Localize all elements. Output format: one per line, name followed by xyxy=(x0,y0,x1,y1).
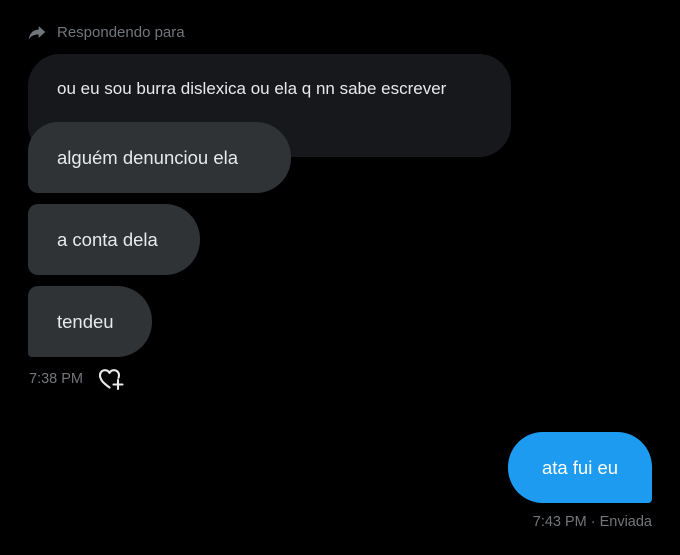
received-timestamp: 7:38 PM xyxy=(29,371,83,387)
reply-context-label: Respondendo para xyxy=(57,23,185,41)
message-text: tendeu xyxy=(57,310,114,332)
delivery-status: Enviada xyxy=(599,514,652,530)
received-message-bubble[interactable]: a conta dela xyxy=(28,204,200,275)
sent-timestamp: 7:43 PM xyxy=(532,514,587,530)
meta-separator: · xyxy=(590,514,596,530)
message-text: ata fui eu xyxy=(541,456,619,478)
received-message-bubble[interactable]: alguém denunciou ela xyxy=(28,122,291,193)
message-text: a conta dela xyxy=(57,228,158,250)
sent-message-meta: 7:43 PM · Enviada xyxy=(533,514,652,530)
heart-plus-icon[interactable] xyxy=(97,366,125,392)
dm-conversation: Respondendo para ou eu sou burra dislexi… xyxy=(0,0,680,555)
reply-arrow-icon xyxy=(27,22,47,42)
message-text: alguém denunciou ela xyxy=(57,146,239,168)
reply-context-header: Respondendo para xyxy=(27,22,185,42)
received-message-bubble[interactable]: tendeu xyxy=(28,286,152,357)
quoted-message-text: ou eu sou burra dislexica ou ela q nn sa… xyxy=(57,79,447,98)
sent-message-bubble[interactable]: ata fui eu xyxy=(508,432,652,503)
received-message-meta: 7:38 PM xyxy=(29,366,125,392)
